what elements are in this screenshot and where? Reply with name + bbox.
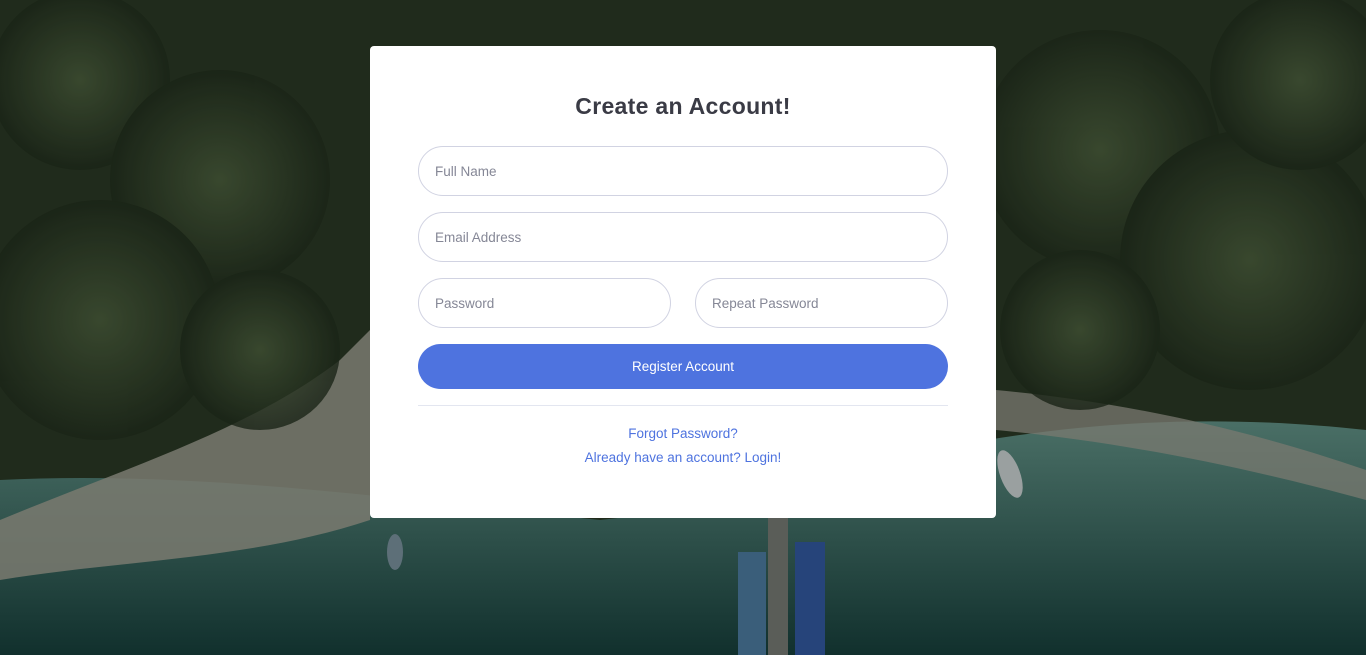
- full-name-input[interactable]: [418, 146, 948, 196]
- page-title: Create an Account!: [575, 93, 791, 119]
- forgot-password-link[interactable]: Forgot Password?: [370, 426, 996, 441]
- email-input[interactable]: [418, 212, 948, 262]
- login-link[interactable]: Already have an account? Login!: [370, 450, 996, 465]
- divider: [418, 405, 948, 406]
- register-card: Create an Account! Register Account Forg…: [370, 46, 996, 518]
- repeat-password-input[interactable]: [695, 278, 948, 328]
- register-button[interactable]: Register Account: [418, 344, 948, 389]
- password-input[interactable]: [418, 278, 671, 328]
